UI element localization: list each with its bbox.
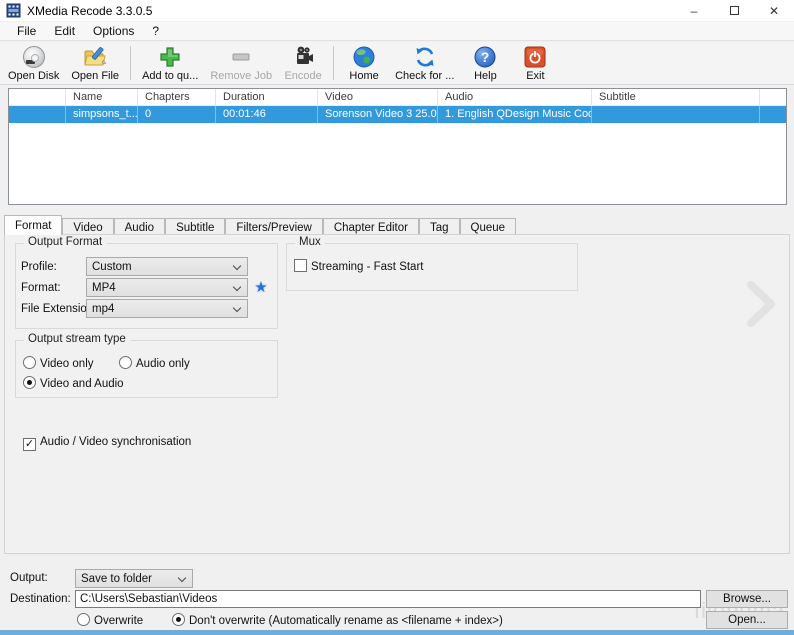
- column-header-duration[interactable]: Duration: [216, 89, 318, 105]
- add-plus-icon: [157, 44, 183, 69]
- column-header-icon[interactable]: [9, 89, 66, 105]
- remove-job-button[interactable]: Remove Job: [204, 42, 278, 84]
- dont-overwrite-radio[interactable]: Don't overwrite (Automatically rename as…: [172, 613, 503, 627]
- radio-icon: [119, 356, 132, 369]
- open-folder-icon: [82, 44, 108, 69]
- column-header-name[interactable]: Name: [66, 89, 138, 105]
- chevron-down-icon: [233, 304, 241, 312]
- tab-subtitle[interactable]: Subtitle: [165, 218, 225, 235]
- radio-selected-icon: [172, 613, 185, 626]
- help-button[interactable]: ? Help: [460, 42, 510, 84]
- table-row[interactable]: simpsons_t... 0 00:01:46 Sorenson Video …: [9, 106, 786, 123]
- carousel-next-chevron-icon: [745, 279, 777, 329]
- radio-icon: [23, 356, 36, 369]
- radio-selected-icon: [23, 376, 36, 389]
- cell-icon: [9, 106, 66, 123]
- tab-filters-preview[interactable]: Filters/Preview: [225, 218, 322, 235]
- minimize-icon: –: [691, 4, 698, 18]
- file-extension-select[interactable]: mp4: [86, 299, 248, 318]
- cell-duration: 00:01:46: [216, 106, 318, 123]
- toolbar-separator: [333, 46, 334, 80]
- overwrite-radio[interactable]: Overwrite: [77, 613, 143, 627]
- tab-strip: Format Video Audio Subtitle Filters/Prev…: [4, 215, 516, 235]
- radio-icon: [77, 613, 90, 626]
- window-title: XMedia Recode 3.3.0.5: [27, 4, 152, 18]
- add-to-queue-button[interactable]: Add to qu...: [136, 42, 204, 84]
- refresh-icon: [412, 44, 438, 69]
- tab-queue[interactable]: Queue: [460, 218, 517, 235]
- remove-minus-icon: [228, 44, 254, 69]
- close-icon: ✕: [769, 4, 779, 18]
- minimize-button[interactable]: –: [674, 0, 714, 21]
- streaming-fast-start-checkbox[interactable]: Streaming - Fast Start: [294, 259, 423, 273]
- format-tab-page: Output Format Profile: Custom Format: MP…: [4, 234, 790, 554]
- tab-audio[interactable]: Audio: [114, 218, 165, 235]
- tab-format[interactable]: Format: [4, 215, 62, 235]
- tab-chapter-editor[interactable]: Chapter Editor: [323, 218, 419, 235]
- movie-camera-icon: [290, 44, 316, 69]
- maximize-icon: [730, 6, 739, 15]
- globe-icon: [351, 44, 377, 69]
- menu-file[interactable]: File: [8, 22, 45, 40]
- menu-help[interactable]: ?: [143, 22, 168, 40]
- format-label: Format:: [21, 282, 61, 294]
- tab-tag[interactable]: Tag: [419, 218, 460, 235]
- chevron-down-icon: [233, 283, 241, 291]
- cell-name: simpsons_t...: [66, 106, 138, 123]
- home-button[interactable]: Home: [339, 42, 389, 84]
- favorite-star-icon[interactable]: ★: [252, 278, 270, 296]
- output-label: Output:: [10, 572, 48, 584]
- column-header-audio[interactable]: Audio: [438, 89, 592, 105]
- exit-button[interactable]: Exit: [510, 42, 560, 84]
- toolbar-separator: [130, 46, 131, 80]
- job-list-header: Name Chapters Duration Video Audio Subti…: [9, 89, 786, 106]
- chevron-down-icon: [233, 262, 241, 270]
- checkbox-checked-icon: ✓: [23, 438, 36, 451]
- column-header-chapters[interactable]: Chapters: [138, 89, 216, 105]
- menu-edit[interactable]: Edit: [45, 22, 84, 40]
- menu-bar: File Edit Options ?: [0, 22, 794, 41]
- chevron-down-icon: [178, 574, 186, 582]
- encode-button[interactable]: Encode: [278, 42, 328, 84]
- svg-text:?: ?: [481, 49, 490, 65]
- av-sync-checkbox[interactable]: ✓Audio / Video synchronisation: [23, 436, 191, 451]
- job-list: Name Chapters Duration Video Audio Subti…: [8, 88, 787, 205]
- checkbox-unchecked-icon: [294, 259, 307, 272]
- profile-label: Profile:: [21, 261, 57, 273]
- video-and-audio-radio[interactable]: Video and Audio: [23, 376, 124, 390]
- open-disk-button[interactable]: Open Disk: [2, 42, 65, 84]
- tab-video[interactable]: Video: [62, 218, 113, 235]
- cell-video: Sorenson Video 3 25.00 H...: [318, 106, 438, 123]
- menu-options[interactable]: Options: [84, 22, 143, 40]
- open-file-button[interactable]: Open File: [65, 42, 125, 84]
- power-icon: [522, 44, 548, 69]
- disc-icon: [21, 44, 47, 69]
- format-select[interactable]: MP4: [86, 278, 248, 297]
- open-button[interactable]: Open...: [706, 611, 788, 629]
- column-header-subtitle[interactable]: Subtitle: [592, 89, 760, 105]
- audio-only-radio[interactable]: Audio only: [119, 356, 190, 370]
- video-only-radio[interactable]: Video only: [23, 356, 94, 370]
- destination-input[interactable]: [75, 590, 701, 608]
- destination-label: Destination:: [10, 593, 71, 605]
- window-bottom-accent: [0, 630, 794, 635]
- column-header-video[interactable]: Video: [318, 89, 438, 105]
- title-bar: XMedia Recode 3.3.0.5 – ✕: [0, 0, 794, 22]
- maximize-button[interactable]: [714, 0, 754, 21]
- check-for-updates-button[interactable]: Check for ...: [389, 42, 460, 84]
- output-stream-type-legend: Output stream type: [24, 333, 130, 345]
- toolbar: Open Disk Open File Add to qu...: [0, 42, 794, 85]
- output-mode-select[interactable]: Save to folder: [75, 569, 193, 588]
- output-format-legend: Output Format: [24, 236, 106, 248]
- app-icon: [6, 3, 21, 18]
- cell-chapters: 0: [138, 106, 216, 123]
- help-icon: ?: [472, 44, 498, 69]
- profile-select[interactable]: Custom: [86, 257, 248, 276]
- browse-button[interactable]: Browse...: [706, 590, 788, 608]
- cell-audio: 1. English QDesign Music Codec 2 12...: [438, 106, 592, 123]
- mux-legend: Mux: [295, 236, 325, 248]
- close-button[interactable]: ✕: [754, 0, 794, 21]
- cell-subtitle: [592, 106, 760, 123]
